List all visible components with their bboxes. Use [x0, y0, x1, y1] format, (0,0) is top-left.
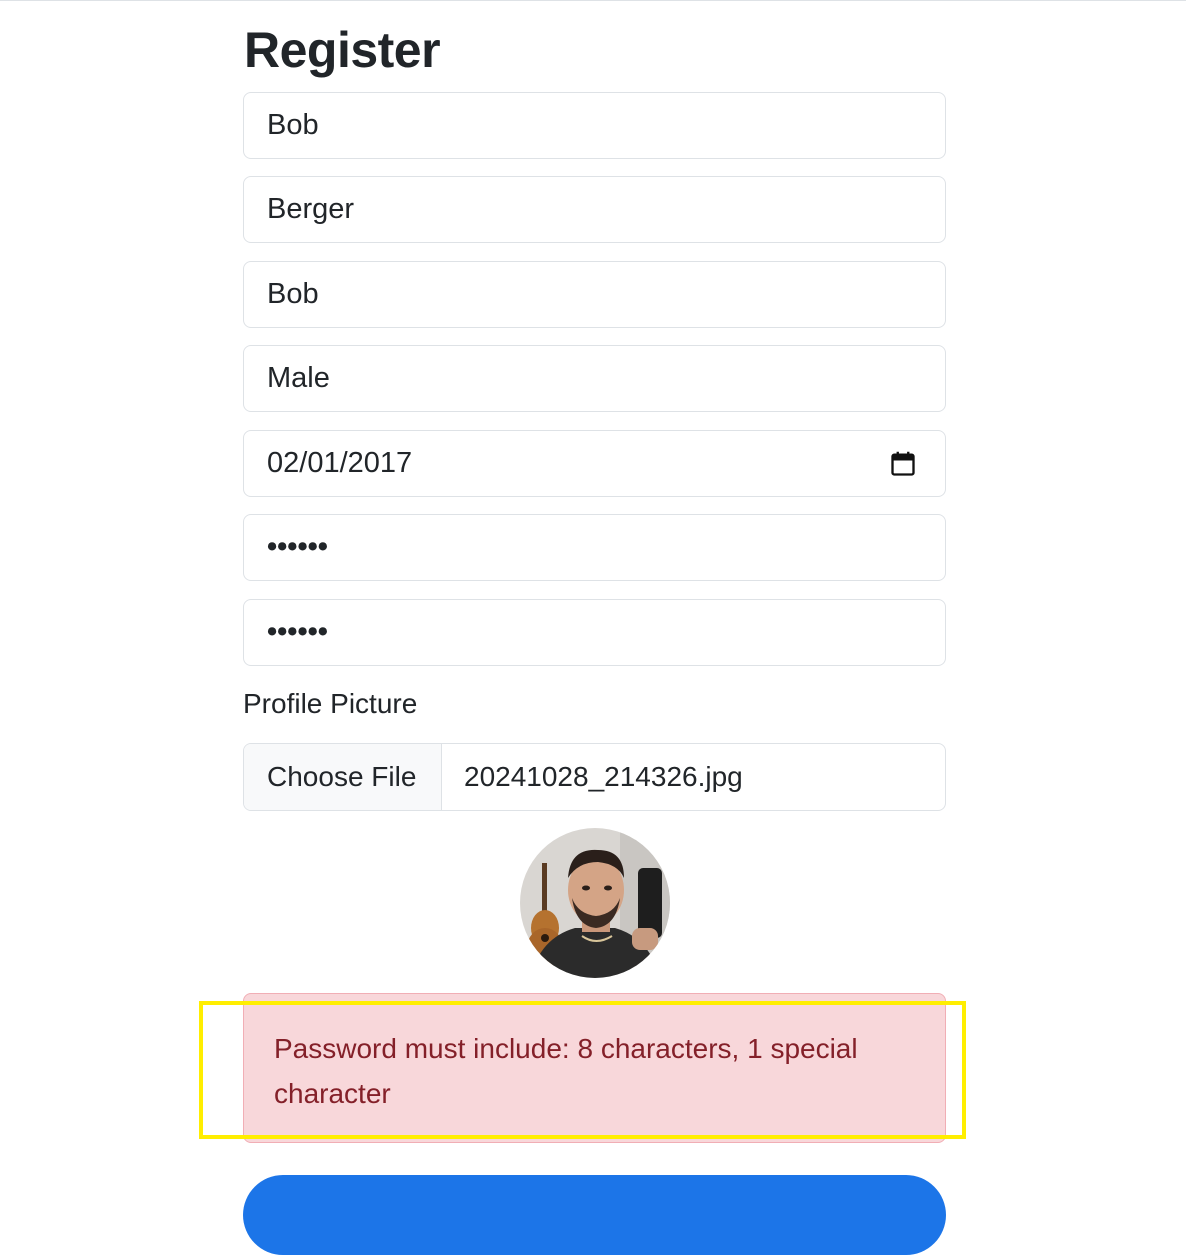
- avatar-image: [520, 828, 670, 978]
- top-divider: [0, 0, 1186, 1]
- password-value: ••••••: [267, 531, 328, 563]
- username-value: Bob: [267, 278, 319, 310]
- alert-message: Password must include: 8 characters, 1 s…: [274, 1033, 858, 1109]
- calendar-icon[interactable]: [889, 450, 917, 478]
- confirm-password-field[interactable]: ••••••: [243, 599, 946, 666]
- birth-date-value: 02/01/2017: [267, 447, 413, 479]
- confirm-password-value: ••••••: [267, 616, 328, 648]
- choose-file-button[interactable]: Choose File: [244, 744, 442, 810]
- username-field[interactable]: Bob: [243, 261, 946, 328]
- password-error-alert: Password must include: 8 characters, 1 s…: [243, 993, 946, 1143]
- profile-picture-preview: [520, 828, 670, 978]
- selected-file-name: 20241028_214326.jpg: [464, 761, 743, 792]
- register-submit-button[interactable]: [243, 1175, 946, 1255]
- birth-date-field[interactable]: 02/01/2017: [243, 430, 946, 497]
- profile-picture-label: Profile Picture: [243, 688, 418, 719]
- password-field[interactable]: ••••••: [243, 514, 946, 581]
- last-name-field[interactable]: Berger: [243, 176, 946, 243]
- profile-picture-input[interactable]: Choose File 20241028_214326.jpg: [243, 743, 946, 811]
- gender-field[interactable]: Male: [243, 345, 946, 412]
- last-name-value: Berger: [267, 193, 355, 225]
- gender-value: Male: [267, 362, 330, 394]
- first-name-value: Bob: [267, 109, 319, 141]
- first-name-field[interactable]: Bob: [243, 92, 946, 159]
- page-title: Register: [244, 22, 441, 78]
